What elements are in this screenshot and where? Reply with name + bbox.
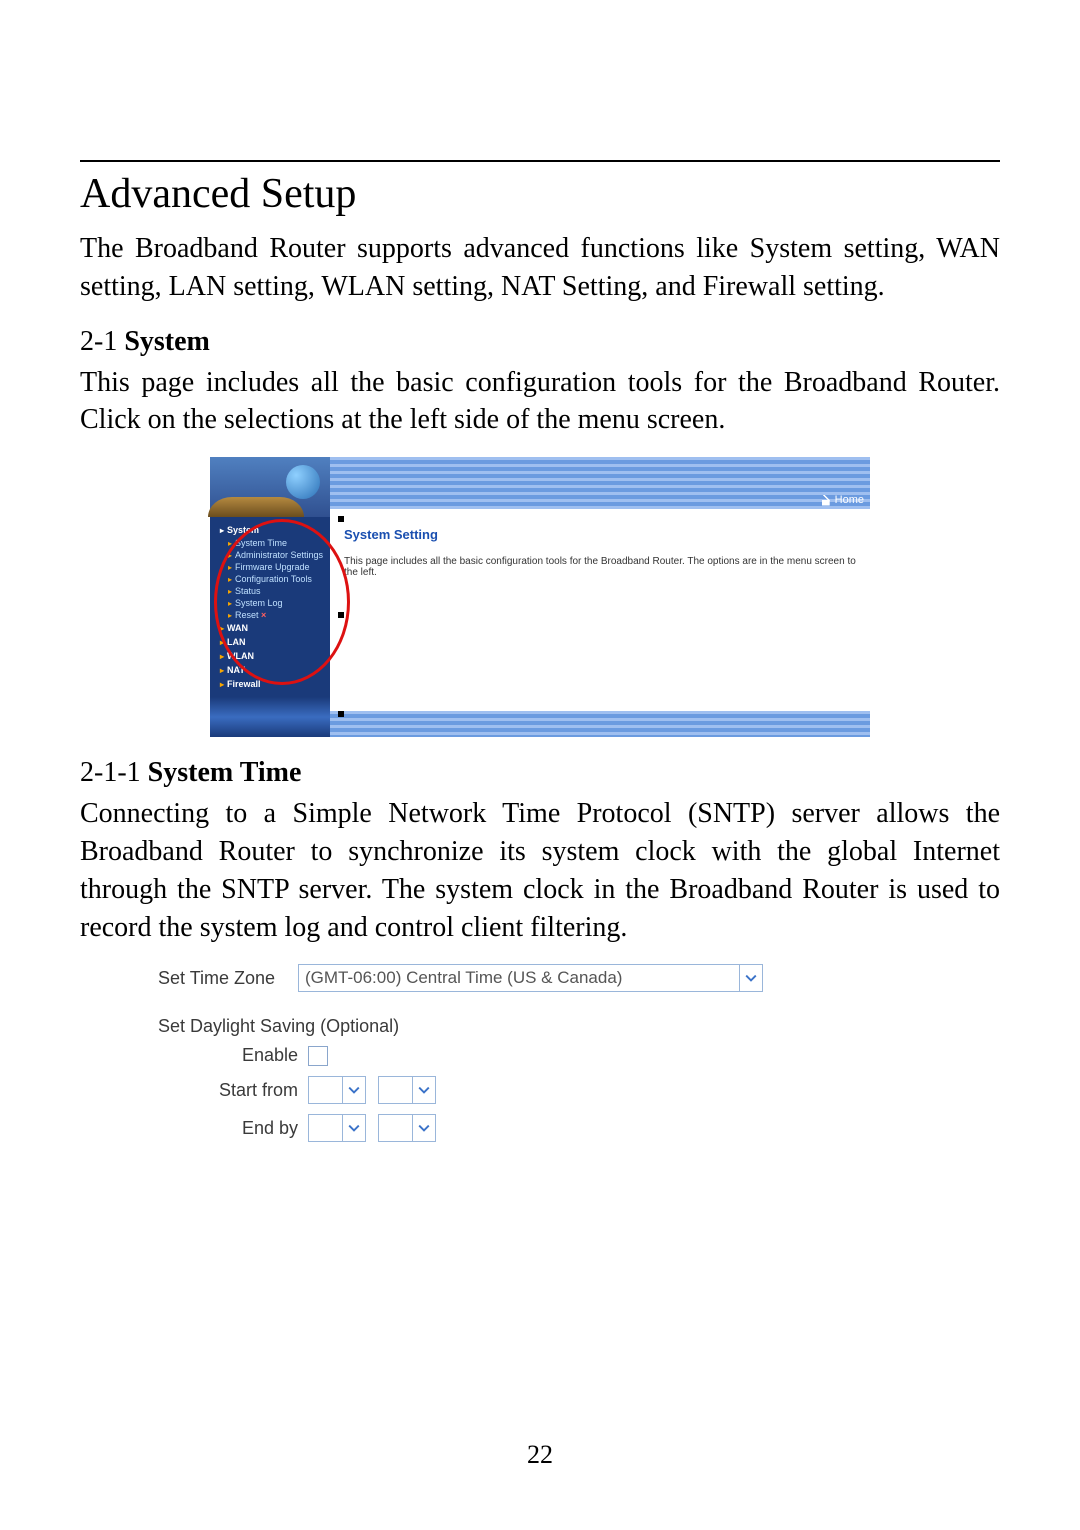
router-content-area: Home System Setting This page includes a… [330, 457, 870, 737]
nav-status[interactable]: Status [214, 585, 326, 597]
nav-wlan[interactable]: WLAN [214, 649, 326, 663]
system-time-form: Set Time Zone (GMT-06:00) Central Time (… [158, 964, 763, 1142]
router-sidebar: System System Time Administrator Setting… [210, 457, 330, 737]
chevron-down-icon [412, 1115, 435, 1141]
section-number: 2-1 [80, 326, 124, 357]
router-ui-screenshot: System System Time Administrator Setting… [210, 457, 870, 737]
nav-nat[interactable]: NAT [214, 663, 326, 677]
start-from-label: Start from [158, 1080, 308, 1101]
start-month-select[interactable] [308, 1076, 366, 1104]
nav-config-tools[interactable]: Configuration Tools [214, 573, 326, 585]
chevron-down-icon [342, 1115, 365, 1141]
home-label: Home [835, 494, 864, 506]
home-icon [821, 495, 832, 506]
page-number: 22 [0, 1440, 1080, 1470]
end-month-select[interactable] [308, 1114, 366, 1142]
nav-firewall[interactable]: Firewall [214, 677, 326, 691]
router-nav: System System Time Administrator Setting… [210, 517, 330, 697]
chevron-down-icon [739, 965, 762, 991]
bullet-icon [338, 612, 344, 618]
timezone-label: Set Time Zone [158, 968, 298, 989]
section-number: 2-1-1 [80, 757, 148, 788]
section-2-1-paragraph: This page includes all the basic configu… [80, 364, 1000, 440]
start-day-select[interactable] [378, 1076, 436, 1104]
top-rule [80, 160, 1000, 162]
nav-lan[interactable]: LAN [214, 635, 326, 649]
nav-wan[interactable]: WAN [214, 621, 326, 635]
enable-label: Enable [158, 1045, 308, 1066]
section-title: System [124, 326, 210, 357]
home-link[interactable]: Home [821, 494, 864, 506]
nav-system-log[interactable]: System Log [214, 597, 326, 609]
timezone-value: (GMT-06:00) Central Time (US & Canada) [305, 968, 739, 988]
section-title: System Time [148, 757, 302, 788]
nav-firmware[interactable]: Firmware Upgrade [214, 561, 326, 573]
section-2-1-1-paragraph: Connecting to a Simple Network Time Prot… [80, 795, 1000, 946]
chevron-down-icon [412, 1077, 435, 1103]
end-day-select[interactable] [378, 1114, 436, 1142]
chevron-down-icon [342, 1077, 365, 1103]
bullet-icon [338, 711, 344, 717]
intro-paragraph: The Broadband Router supports advanced f… [80, 230, 1000, 306]
nav-system-time[interactable]: System Time [214, 537, 326, 549]
router-logo [210, 457, 330, 517]
content-text: This page includes all the basic configu… [344, 556, 858, 578]
section-2-1-1-heading: 2-1-1 System Time [80, 757, 1000, 789]
nav-reset[interactable]: Reset [214, 609, 326, 621]
nav-system[interactable]: System [214, 523, 326, 537]
enable-checkbox[interactable] [308, 1046, 328, 1066]
dst-heading: Set Daylight Saving (Optional) [158, 1016, 763, 1037]
section-2-1-heading: 2-1 System [80, 326, 1000, 358]
nav-admin-settings[interactable]: Administrator Settings [214, 549, 326, 561]
end-by-label: End by [158, 1118, 308, 1139]
timezone-select[interactable]: (GMT-06:00) Central Time (US & Canada) [298, 964, 763, 992]
content-heading: System Setting [344, 527, 858, 542]
bullet-icon [338, 516, 344, 522]
page-title: Advanced Setup [80, 170, 1000, 218]
